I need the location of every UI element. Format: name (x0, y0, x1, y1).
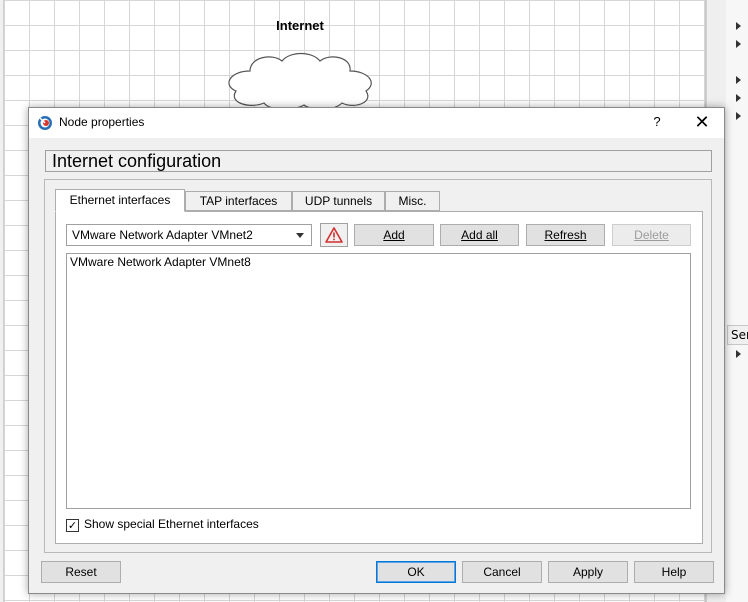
interfaces-list[interactable]: VMware Network Adapter VMnet8 (66, 253, 691, 509)
context-help-button[interactable]: ? (647, 114, 667, 132)
tab-ethernet-interfaces[interactable]: Ethernet interfaces (55, 189, 185, 212)
delete-button-label: Delete (634, 228, 669, 242)
expand-arrow-icon[interactable] (736, 350, 741, 358)
canvas-left-border (0, 0, 4, 602)
ethernet-tab-panel: VMware Network Adapter VMnet2 Add Add al… (55, 211, 703, 544)
ok-button[interactable]: OK (376, 561, 456, 583)
add-all-button-label: Add all (461, 228, 498, 242)
refresh-button[interactable]: Refresh (526, 224, 605, 246)
dialog-title: Node properties (59, 115, 145, 129)
refresh-button-label: Refresh (544, 228, 587, 242)
show-special-label[interactable]: Show special Ethernet interfaces (84, 517, 259, 531)
warning-button[interactable] (320, 223, 348, 247)
cancel-button[interactable]: Cancel (462, 561, 542, 583)
list-item[interactable]: VMware Network Adapter VMnet8 (70, 255, 251, 269)
tab-misc[interactable]: Misc. (385, 191, 440, 211)
warning-triangle-icon (325, 227, 343, 243)
tab-tap-interfaces[interactable]: TAP interfaces (185, 191, 292, 211)
chevron-down-icon (296, 233, 304, 238)
expand-arrow-icon[interactable] (736, 76, 741, 84)
servers-dock-tab[interactable]: Ser (727, 325, 748, 345)
adapter-select-value: VMware Network Adapter VMnet2 (72, 228, 253, 242)
cloud-icon[interactable] (220, 49, 378, 111)
expand-arrow-icon[interactable] (736, 22, 741, 30)
close-button[interactable]: ✕ (691, 111, 713, 133)
expand-arrow-icon[interactable] (736, 94, 741, 102)
dialog-titlebar[interactable]: Node properties ? ✕ (29, 108, 724, 138)
internet-node-label: Internet (276, 18, 324, 33)
reset-button[interactable]: Reset (41, 561, 121, 583)
apply-button[interactable]: Apply (548, 561, 628, 583)
add-button-label: Add (383, 228, 405, 242)
show-special-checkbox[interactable]: ✓ (66, 519, 79, 532)
adapter-select[interactable]: VMware Network Adapter VMnet2 (66, 224, 312, 246)
delete-button[interactable]: Delete (612, 224, 691, 246)
app-logo-icon (38, 116, 52, 130)
config-header: Internet configuration (45, 150, 712, 172)
expand-arrow-icon[interactable] (736, 112, 741, 120)
node-properties-dialog: Node properties ? ✕ Internet configurati… (28, 107, 725, 594)
tab-udp-tunnels[interactable]: UDP tunnels (292, 191, 385, 211)
expand-arrow-icon[interactable] (736, 40, 741, 48)
right-dock-panel (726, 0, 748, 602)
help-button[interactable]: Help (634, 561, 714, 583)
add-all-button[interactable]: Add all (440, 224, 519, 246)
add-button[interactable]: Add (354, 224, 434, 246)
